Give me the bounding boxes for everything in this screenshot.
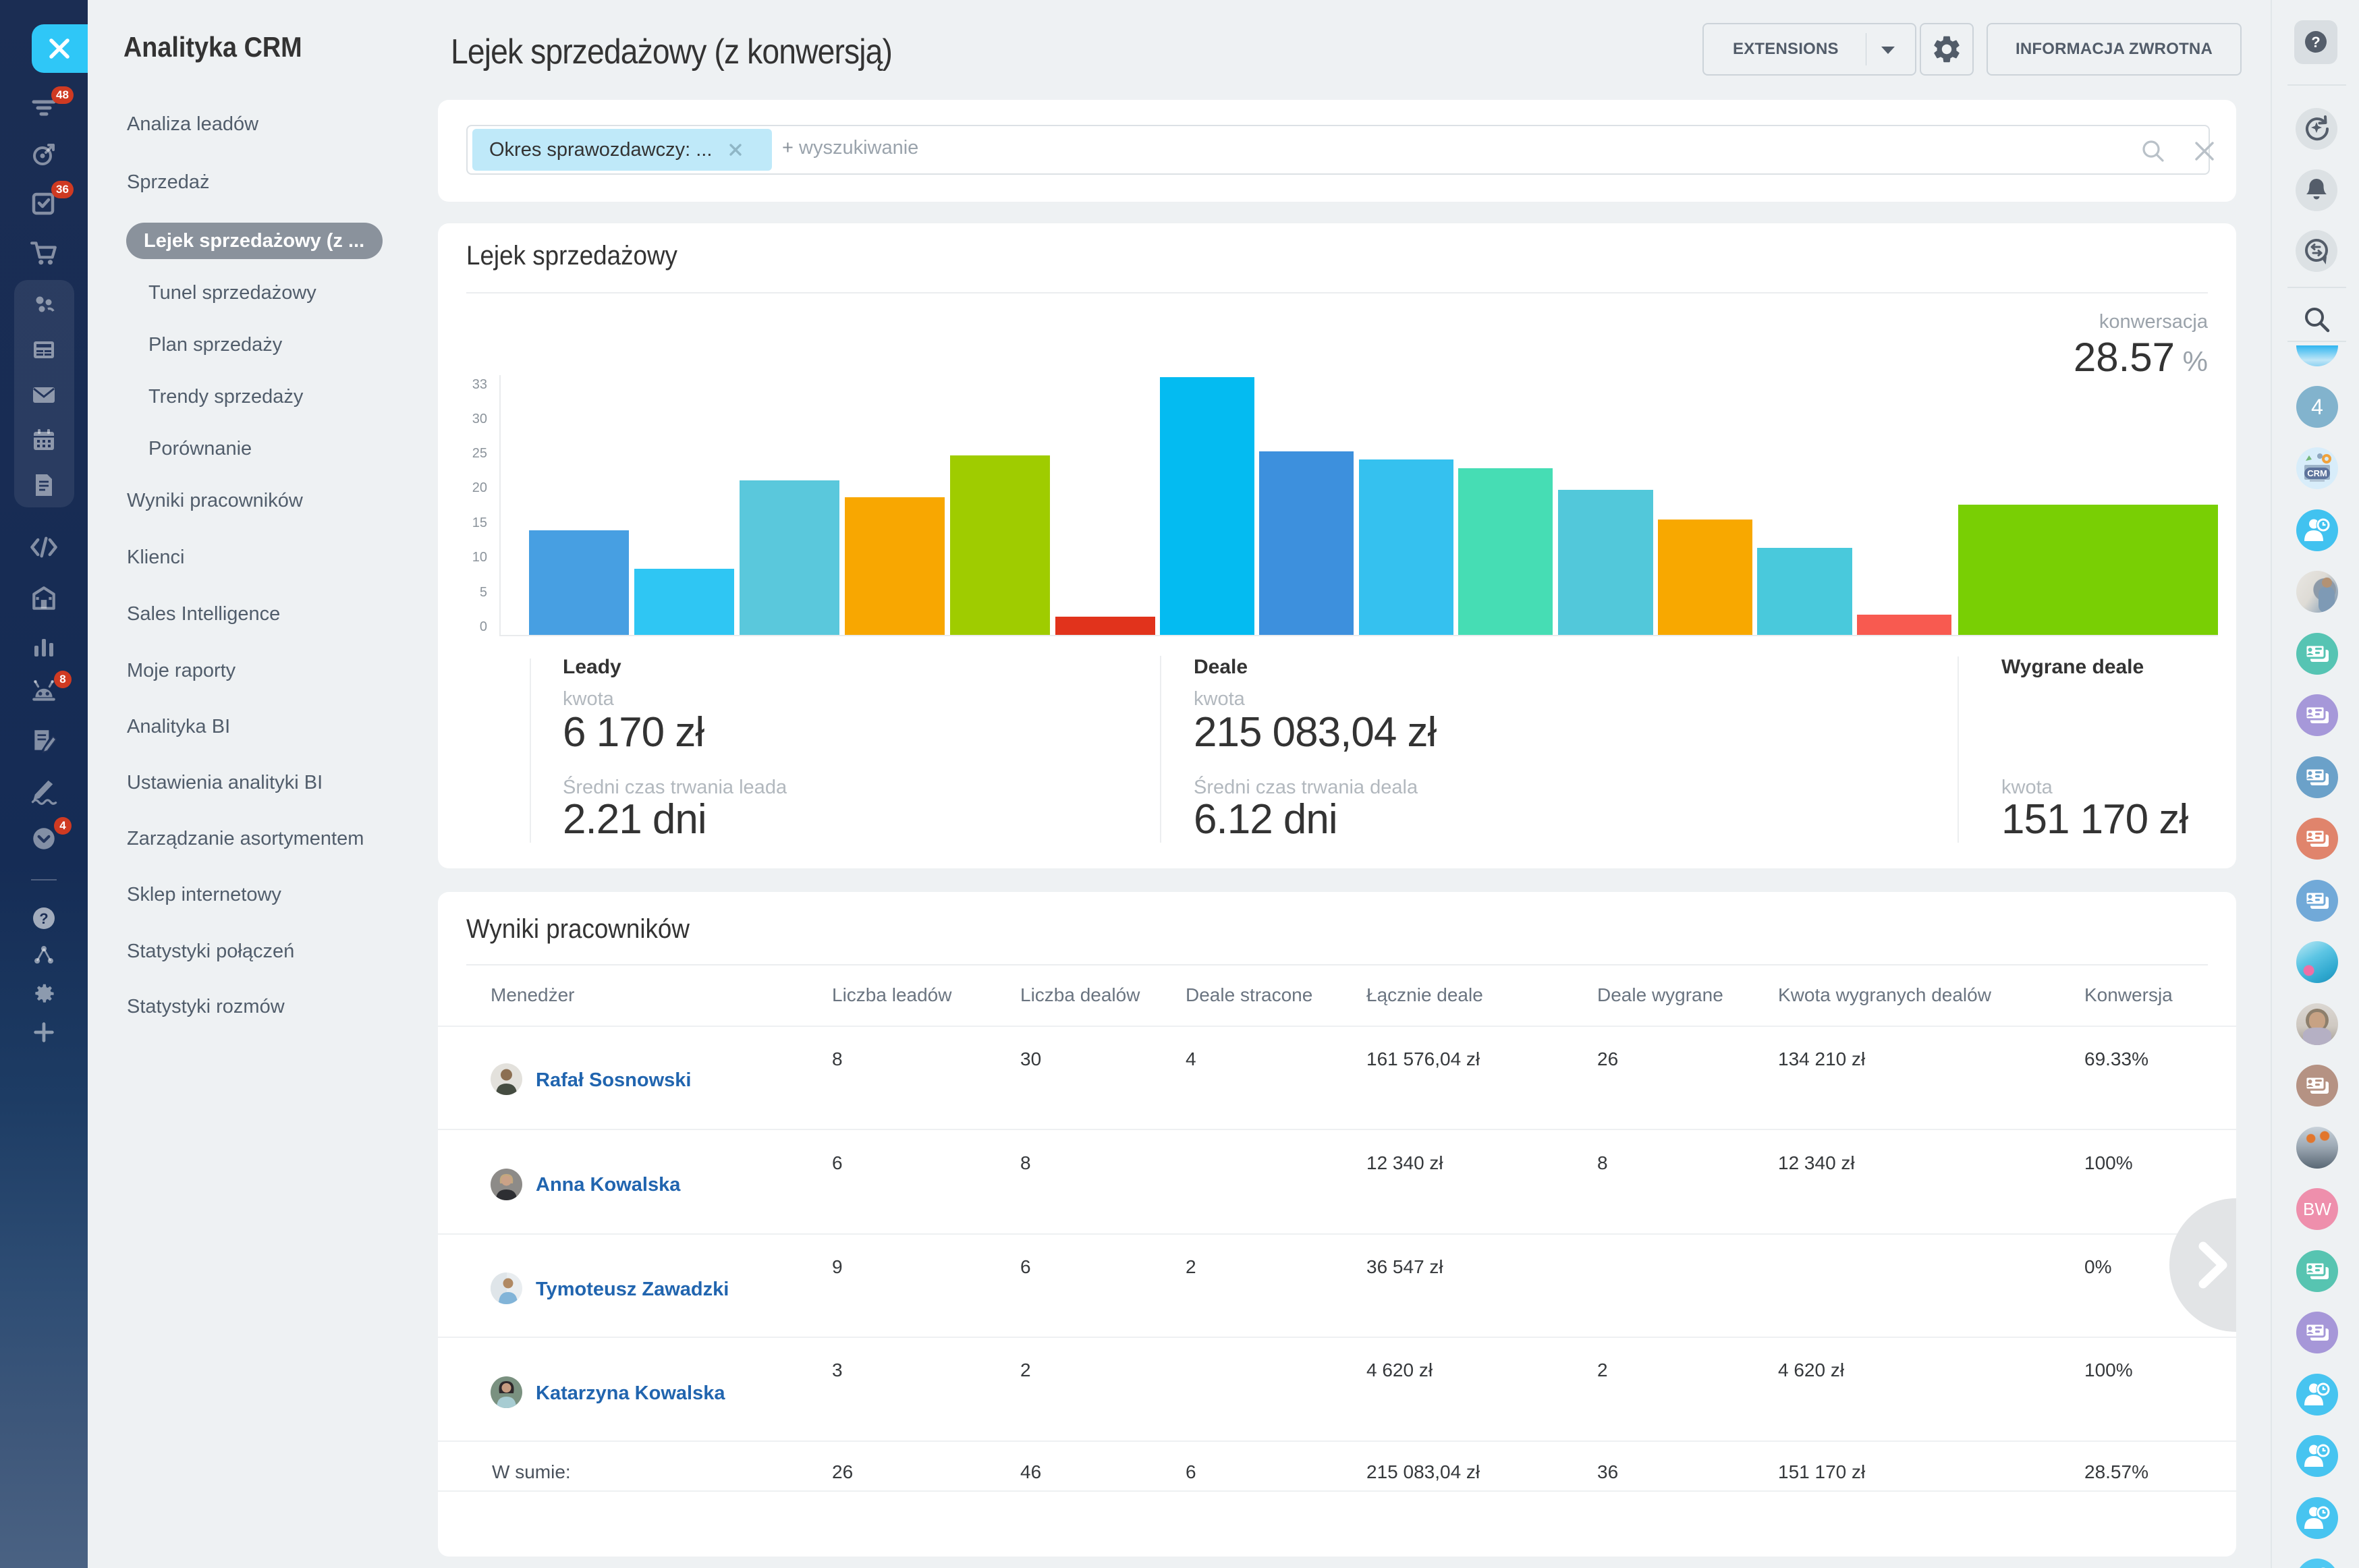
svg-text:?: ? xyxy=(39,910,48,927)
svg-text:?: ? xyxy=(2311,34,2320,51)
svg-text:CRM: CRM xyxy=(2307,468,2327,478)
